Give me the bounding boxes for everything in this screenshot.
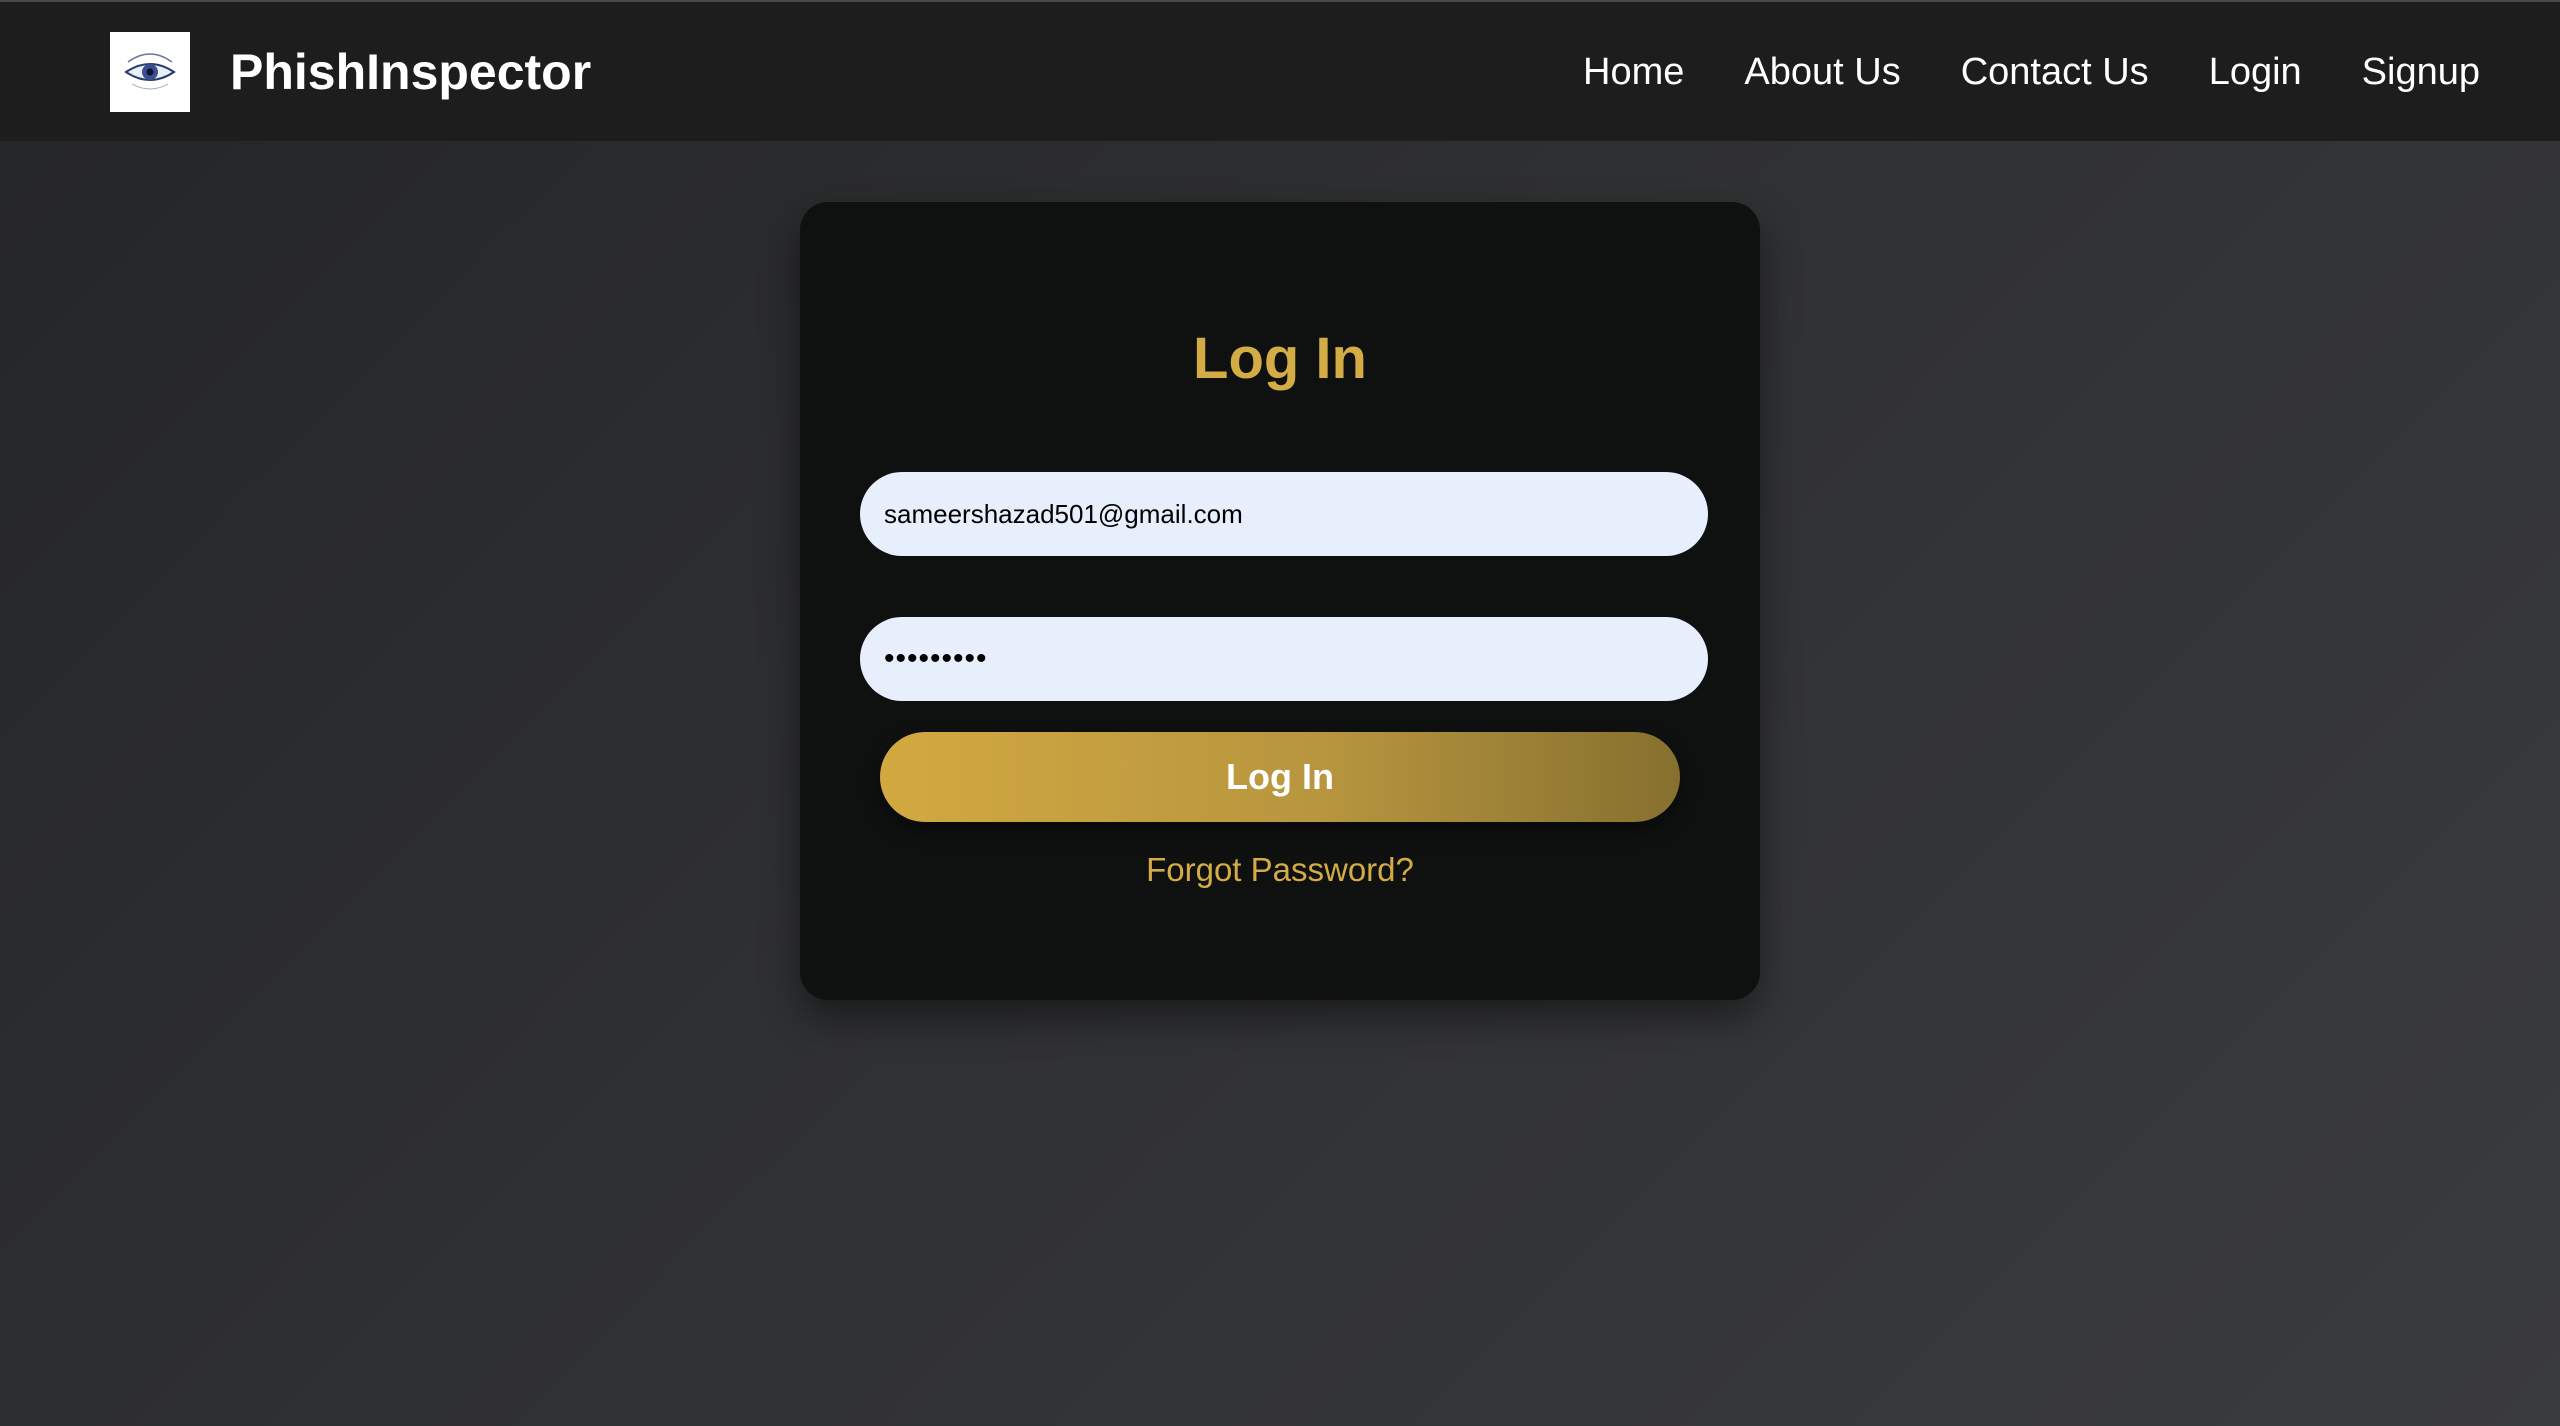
login-title: Log In <box>1193 326 1367 391</box>
eye-logo-icon <box>124 53 176 90</box>
login-button[interactable]: Log In <box>880 732 1680 822</box>
nav-login-link[interactable]: Login <box>2209 51 2302 94</box>
site-logo[interactable] <box>110 32 190 112</box>
brand-name[interactable]: PhishInspector <box>230 40 591 104</box>
email-input[interactable] <box>860 472 1708 556</box>
nav-home-link[interactable]: Home <box>1583 51 1684 94</box>
nav-about-link[interactable]: About Us <box>1744 51 1900 94</box>
nav-links: Home About Us Contact Us Login Signup <box>1583 40 2480 104</box>
forgot-password-link[interactable]: Forgot Password? <box>0 848 2560 892</box>
nav-contact-link[interactable]: Contact Us <box>1961 51 2149 94</box>
password-input[interactable] <box>860 617 1708 701</box>
nav-signup-link[interactable]: Signup <box>2362 51 2480 94</box>
navbar: PhishInspector Home About Us Contact Us … <box>0 2 2560 141</box>
